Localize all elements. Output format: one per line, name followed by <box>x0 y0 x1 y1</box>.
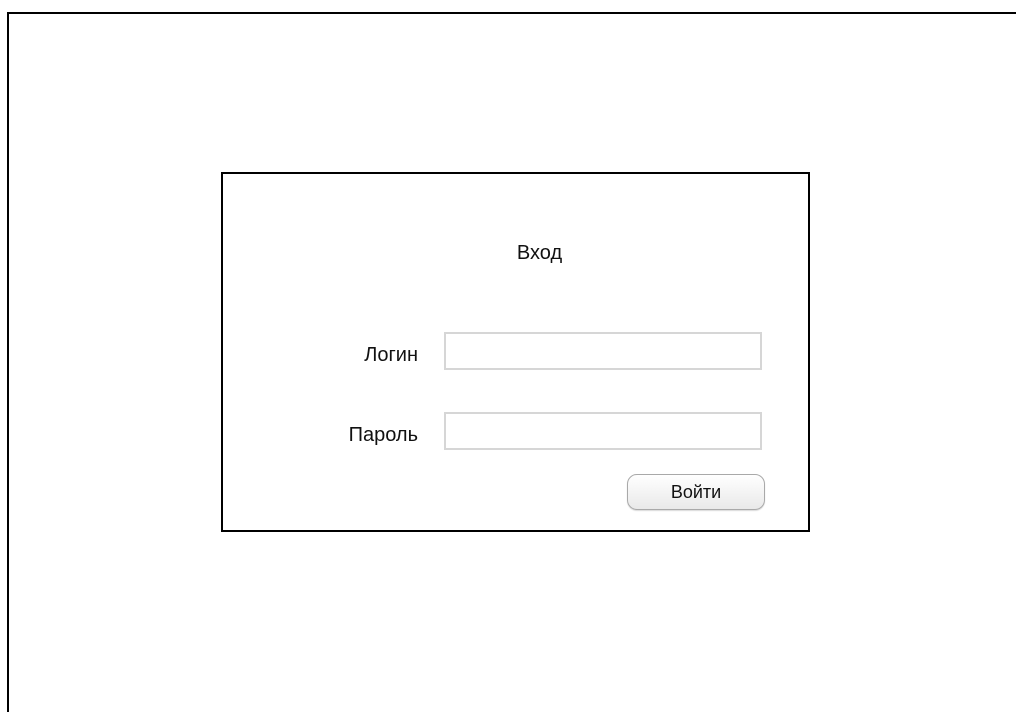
login-button[interactable]: Войти <box>627 474 765 510</box>
login-panel: Вход Логин Пароль Войти <box>221 172 810 532</box>
password-input[interactable] <box>444 412 762 450</box>
login-label: Логин <box>364 344 418 366</box>
login-title: Вход <box>223 242 808 265</box>
login-input[interactable] <box>444 332 762 370</box>
password-label: Пароль <box>348 424 418 446</box>
login-title-text: Вход <box>516 242 563 264</box>
